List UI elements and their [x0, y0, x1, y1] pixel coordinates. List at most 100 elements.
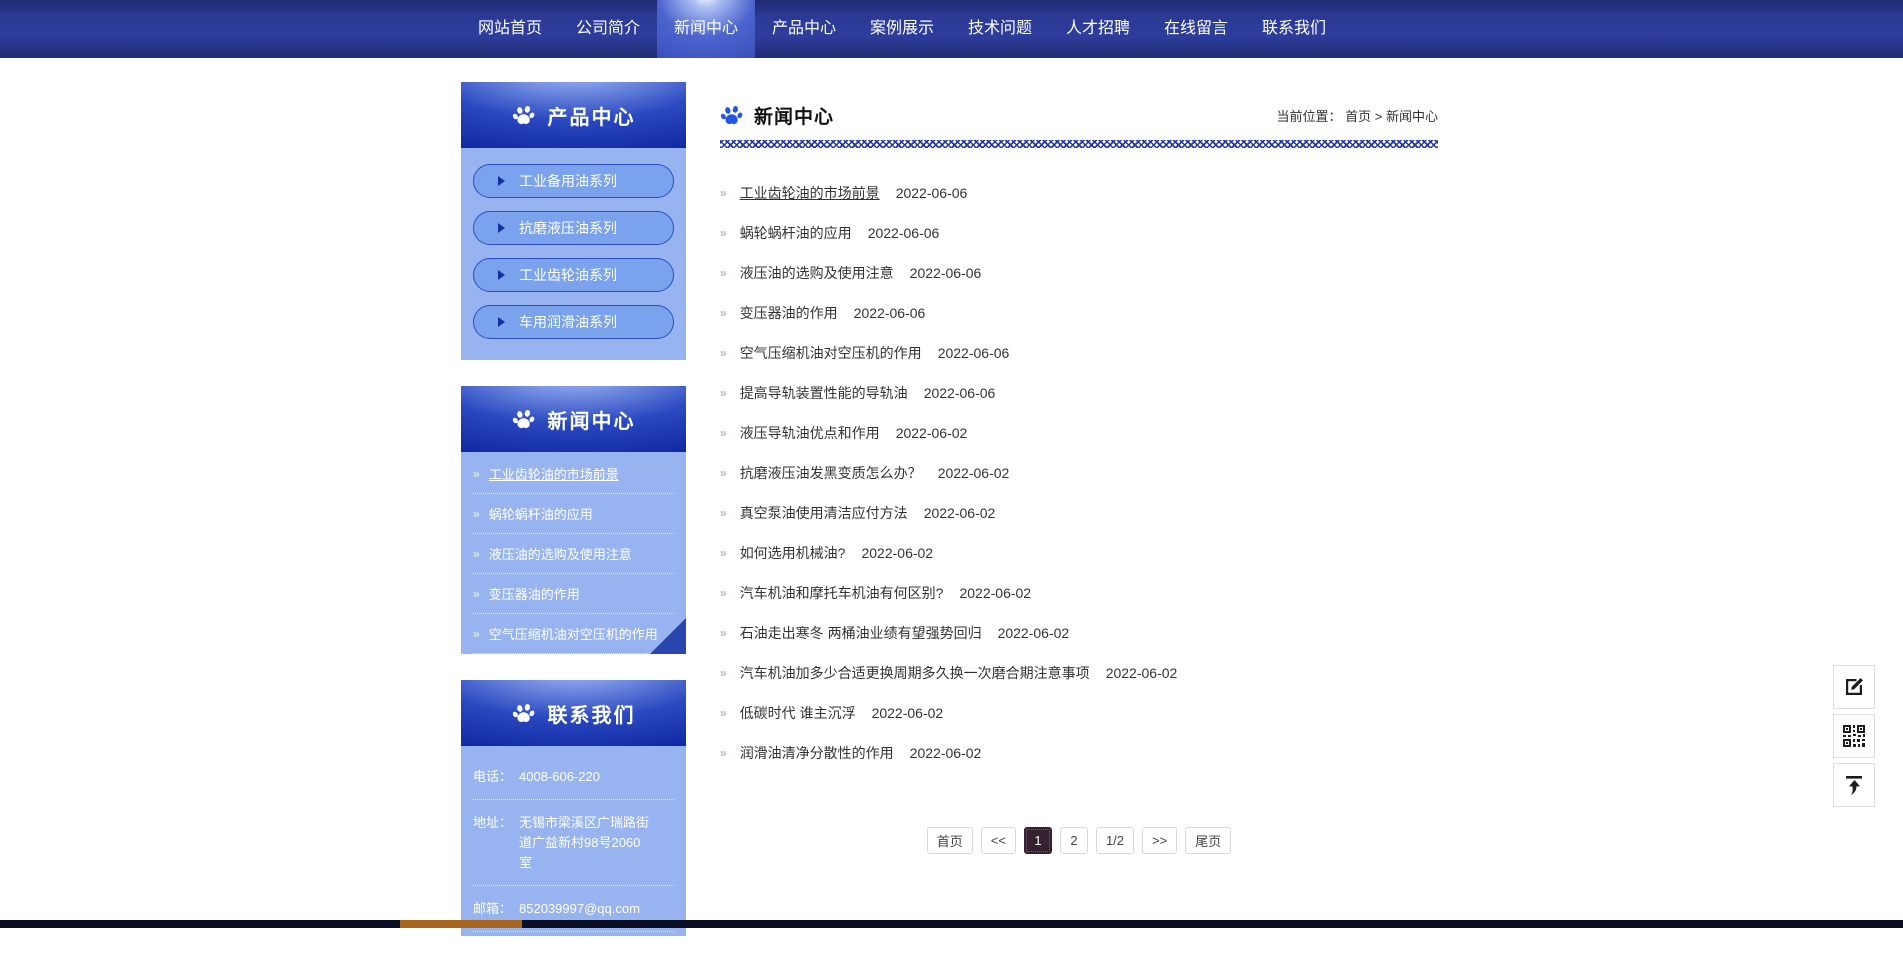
nav-item-home[interactable]: 网站首页 — [461, 0, 559, 58]
hatched-divider — [720, 140, 1438, 148]
breadcrumb-current[interactable]: 新闻中心 — [1386, 109, 1438, 124]
sidebar-news-link[interactable]: » 蜗轮蜗杆油的应用 — [473, 494, 674, 534]
news-list-item[interactable]: » 蜗轮蜗杆油的应用 2022-06-06 — [720, 213, 1438, 253]
pagination-page-1[interactable]: 1 — [1024, 827, 1052, 854]
news-title-link[interactable]: 真空泵油使用清洁应付方法 — [740, 503, 908, 523]
news-date: 2022-06-02 — [1106, 665, 1178, 681]
news-title-link[interactable]: 空气压缩机油对空压机的作用 — [740, 343, 922, 363]
chevron-bullet-icon: » — [720, 426, 727, 440]
sidebar-news-label: 液压油的选购及使用注意 — [489, 544, 632, 563]
product-category-industrial-backup-oil[interactable]: 工业备用油系列 — [473, 164, 674, 198]
news-title-link[interactable]: 工业齿轮油的市场前景 — [740, 183, 880, 203]
news-list-item[interactable]: » 液压油的选购及使用注意 2022-06-06 — [720, 253, 1438, 293]
news-list-item[interactable]: » 真空泵油使用清洁应付方法 2022-06-02 — [720, 493, 1438, 533]
chevron-bullet-icon: » — [720, 586, 727, 600]
news-date: 2022-06-02 — [998, 625, 1070, 641]
compose-icon — [1842, 675, 1866, 699]
news-list-item[interactable]: » 提高导轨装置性能的导轨油 2022-06-06 — [720, 373, 1438, 413]
nav-item-technical-issues[interactable]: 技术问题 — [951, 0, 1049, 58]
news-title-link[interactable]: 低碳时代 谁主沉浮 — [740, 703, 856, 723]
news-title-link[interactable]: 如何选用机械油? — [740, 543, 846, 563]
news-list-item[interactable]: » 抗磨液压油发黑变质怎么办？ 2022-06-02 — [720, 453, 1438, 493]
sidebar-news-link[interactable]: » 空气压缩机油对空压机的作用 — [473, 614, 674, 654]
main-header: 新闻中心 当前位置： 首页 > 新闻中心 — [720, 96, 1438, 134]
pagination-first-button[interactable]: 首页 — [927, 827, 973, 854]
page-title: 新闻中心 — [754, 102, 834, 129]
news-date: 2022-06-06 — [910, 265, 982, 281]
news-list-item[interactable]: » 液压导轨油优点和作用 2022-06-02 — [720, 413, 1438, 453]
news-section-header: 新闻中心 — [461, 386, 686, 452]
news-title-link[interactable]: 提高导轨装置性能的导轨油 — [740, 383, 908, 403]
nav-item-online-message[interactable]: 在线留言 — [1147, 0, 1245, 58]
chevron-right-icon: » — [473, 587, 480, 601]
news-list-item[interactable]: » 汽车机油加多少合适更换周期多久换一次磨合期注意事项 2022-06-02 — [720, 653, 1438, 693]
news-title-link[interactable]: 液压油的选购及使用注意 — [740, 263, 894, 283]
back-to-top-button[interactable] — [1833, 763, 1875, 807]
contact-info: 电话： 4008-606-220 地址： 无锡市梁溪区广瑞路街道广益新村98号2… — [461, 746, 686, 936]
message-compose-button[interactable] — [1833, 665, 1875, 709]
paw-icon — [720, 103, 744, 127]
sidebar-news-label: 蜗轮蜗杆油的应用 — [489, 504, 593, 523]
news-title-link[interactable]: 液压导轨油优点和作用 — [740, 423, 880, 443]
pagination-last-button[interactable]: 尾页 — [1185, 827, 1231, 854]
news-list-item[interactable]: » 空气压缩机油对空压机的作用 2022-06-06 — [720, 333, 1438, 373]
email-label: 邮箱： — [473, 899, 519, 919]
nav-item-contact-us[interactable]: 联系我们 — [1245, 0, 1343, 58]
news-date: 2022-06-02 — [861, 545, 933, 561]
chevron-bullet-icon: » — [720, 186, 727, 200]
pagination-next-button[interactable]: >> — [1142, 827, 1177, 854]
pagination-page-2[interactable]: 2 — [1060, 827, 1088, 854]
chevron-bullet-icon: » — [720, 506, 727, 520]
nav-item-case-show[interactable]: 案例展示 — [853, 0, 951, 58]
product-category-vehicle-lubricant[interactable]: 车用润滑油系列 — [473, 305, 674, 339]
chevron-bullet-icon: » — [720, 386, 727, 400]
news-date: 2022-06-02 — [872, 705, 944, 721]
address-value: 无锡市梁溪区广瑞路街道广益新村98号2060室 — [519, 813, 653, 873]
qr-code-button[interactable] — [1833, 714, 1875, 758]
news-list-item[interactable]: » 润滑油清净分散性的作用 2022-06-02 — [720, 733, 1438, 773]
phone-label: 电话： — [473, 767, 519, 787]
news-date: 2022-06-02 — [896, 425, 968, 441]
news-list-item[interactable]: » 工业齿轮油的市场前景 2022-06-06 — [720, 173, 1438, 213]
nav-item-company-profile[interactable]: 公司简介 — [559, 0, 657, 58]
breadcrumb-separator: > — [1375, 109, 1383, 124]
news-title-link[interactable]: 润滑油清净分散性的作用 — [740, 743, 894, 763]
news-list-item[interactable]: » 低碳时代 谁主沉浮 2022-06-02 — [720, 693, 1438, 733]
news-title-link[interactable]: 变压器油的作用 — [740, 303, 838, 323]
news-title-link[interactable]: 汽车机油加多少合适更换周期多久换一次磨合期注意事项 — [740, 663, 1090, 683]
news-title-link[interactable]: 汽车机油和摩托车机油有何区别? — [740, 583, 944, 603]
paw-icon — [512, 407, 536, 431]
sidebar-news-link[interactable]: » 工业齿轮油的市场前景 — [473, 454, 674, 494]
paw-icon — [512, 701, 536, 725]
news-title-link[interactable]: 蜗轮蜗杆油的应用 — [740, 223, 852, 243]
news-title-link[interactable]: 石油走出寒冬 两桶油业绩有望强势回归 — [740, 623, 982, 643]
news-title-link[interactable]: 抗磨液压油发黑变质怎么办？ — [740, 463, 922, 483]
news-list: » 工业齿轮油的市场前景 2022-06-06 » 蜗轮蜗杆油的应用 2022-… — [720, 173, 1438, 773]
breadcrumb-label: 当前位置： — [1276, 109, 1341, 124]
chevron-bullet-icon: » — [720, 746, 727, 760]
triangle-icon — [498, 176, 505, 186]
nav-item-product-center[interactable]: 产品中心 — [755, 0, 853, 58]
page-title-wrap: 新闻中心 — [720, 102, 834, 129]
product-section-title: 产品中心 — [548, 101, 636, 130]
contact-address-row: 地址： 无锡市梁溪区广瑞路街道广益新村98号2060室 — [473, 800, 674, 886]
sidebar-news-link[interactable]: » 液压油的选购及使用注意 — [473, 534, 674, 574]
product-category-label: 车用润滑油系列 — [519, 312, 617, 332]
top-navbar: 网站首页 公司简介 新闻中心 产品中心 案例展示 技术问题 人才招聘 在线留言 … — [0, 0, 1903, 58]
news-list-item[interactable]: » 汽车机油和摩托车机油有何区别? 2022-06-02 — [720, 573, 1438, 613]
news-list-item[interactable]: » 如何选用机械油? 2022-06-02 — [720, 533, 1438, 573]
product-category-industrial-gear-oil[interactable]: 工业齿轮油系列 — [473, 258, 674, 292]
news-list-item[interactable]: » 变压器油的作用 2022-06-06 — [720, 293, 1438, 333]
sidebar-news-label: 空气压缩机油对空压机的作用 — [489, 624, 658, 643]
breadcrumb-home-link[interactable]: 首页 — [1345, 109, 1371, 124]
footer-accent-segment — [400, 920, 522, 928]
phone-value: 4008-606-220 — [519, 767, 600, 787]
pagination-prev-button[interactable]: << — [981, 827, 1016, 854]
nav-item-news-center[interactable]: 新闻中心 — [657, 0, 755, 58]
nav-item-recruitment[interactable]: 人才招聘 — [1049, 0, 1147, 58]
news-list-item[interactable]: » 石油走出寒冬 两桶油业绩有望强势回归 2022-06-02 — [720, 613, 1438, 653]
product-category-antiwear-hydraulic-oil[interactable]: 抗磨液压油系列 — [473, 211, 674, 245]
sidebar-news-link[interactable]: » 变压器油的作用 — [473, 574, 674, 614]
chevron-bullet-icon: » — [720, 706, 727, 720]
sidebar-news-label: 变压器油的作用 — [489, 584, 580, 603]
